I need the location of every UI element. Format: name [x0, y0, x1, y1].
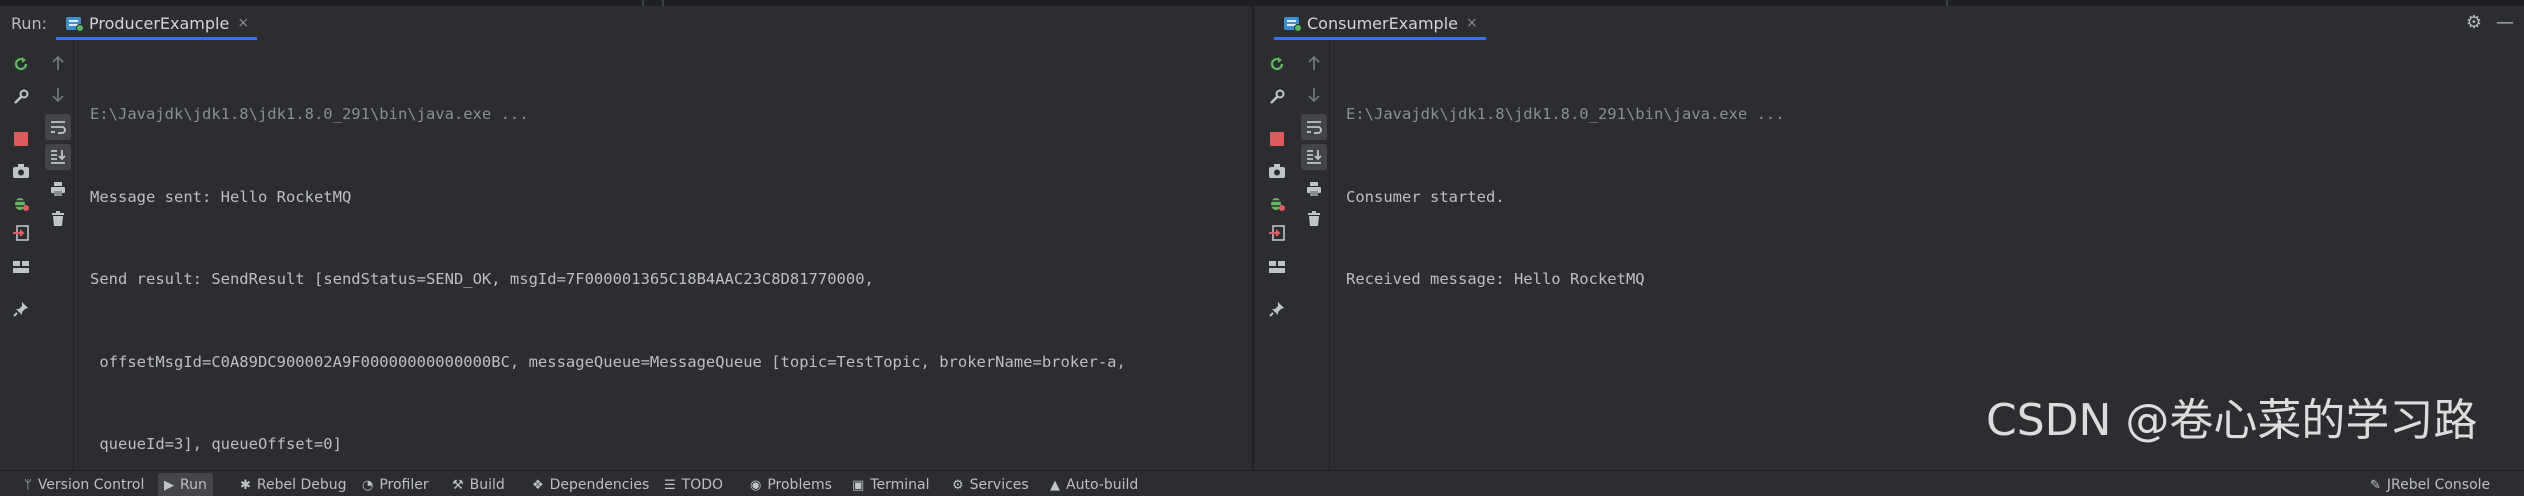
wrench-icon[interactable]: [1264, 84, 1290, 110]
run-toolbar: [0, 40, 43, 470]
problems-icon: ◉: [750, 477, 762, 493]
bottom-tab-label: Rebel Debug: [256, 477, 347, 493]
console-line: E:\Javajdk\jdk1.8\jdk1.8.0_291\bin\java.…: [90, 105, 529, 123]
trash-icon[interactable]: [45, 206, 71, 232]
bottom-tab-label: Services: [969, 477, 1029, 493]
bottom-tab-label: Problems: [767, 477, 832, 493]
console-line: queueId=3], queueOffset=0]: [90, 435, 342, 453]
profiler-icon: ◔: [362, 477, 374, 493]
run-config-icon: [66, 15, 84, 32]
layout-icon[interactable]: [8, 254, 34, 280]
terminal-icon: ▣: [852, 477, 865, 493]
tab-terminal[interactable]: ▣ Terminal: [852, 477, 929, 493]
tab-auto-build[interactable]: ▲ Auto-build: [1050, 477, 1138, 493]
watermark: CSDN @卷心菜的学习路: [1986, 395, 2478, 446]
warning-icon: ▲: [1050, 477, 1060, 493]
debug-bug-icon[interactable]: [8, 190, 34, 216]
minimize-icon[interactable]: —: [2496, 12, 2514, 33]
producer-run-panel: Run: ProducerExample × E:\Javajdk\jdk1.8…: [0, 6, 1254, 470]
exit-icon[interactable]: [8, 220, 34, 246]
header-actions: ⚙ —: [2466, 12, 2514, 33]
tab-rebel-debug[interactable]: ✱ Rebel Debug: [240, 477, 347, 493]
bottom-tab-label: Terminal: [870, 477, 930, 493]
bottom-tab-label: Auto-build: [1066, 477, 1139, 493]
exit-icon[interactable]: [1264, 220, 1290, 246]
run-label: Run:: [11, 14, 48, 33]
tab-producer-example[interactable]: ProducerExample ×: [56, 6, 258, 40]
console-toolbar: [43, 40, 74, 470]
console-toolbar: [1299, 40, 1330, 470]
bottom-tab-label: Run: [180, 477, 207, 493]
dependencies-icon: ❖: [532, 477, 544, 493]
stop-icon[interactable]: [8, 126, 34, 152]
console-line: E:\Javajdk\jdk1.8\jdk1.8.0_291\bin\java.…: [1346, 105, 1785, 123]
print-icon[interactable]: [45, 176, 71, 202]
hammer-icon: ⚒: [452, 477, 464, 493]
soft-wrap-icon[interactable]: [1301, 114, 1327, 140]
version-control-icon: ᛘ: [24, 477, 32, 493]
down-arrow-icon[interactable]: [45, 82, 71, 108]
bottom-tab-label: Version Control: [37, 477, 145, 493]
close-icon[interactable]: ×: [237, 15, 249, 31]
trash-icon[interactable]: [1301, 206, 1327, 232]
wrench-icon[interactable]: [8, 84, 34, 110]
down-arrow-icon[interactable]: [1301, 82, 1327, 108]
run-config-icon: [1284, 15, 1302, 32]
console-line: Message sent: Hello RocketMQ: [90, 187, 352, 206]
camera-icon[interactable]: [1264, 158, 1290, 184]
up-arrow-icon[interactable]: [1301, 50, 1327, 76]
bottom-tab-label: Profiler: [379, 477, 429, 493]
list-icon: ☰: [664, 477, 676, 493]
bottom-tab-label: JRebel Console: [2386, 477, 2491, 493]
debug-bug-icon[interactable]: [1264, 190, 1290, 216]
tab-run[interactable]: ▶ Run: [158, 473, 213, 496]
pin-icon[interactable]: [8, 296, 34, 322]
tab-problems[interactable]: ◉ Problems: [750, 477, 832, 493]
tab-version-control[interactable]: ᛘ Version Control: [24, 477, 144, 493]
bottom-tool-strip: ᛘ Version Control ▶ Run ✱ Rebel Debug ◔ …: [0, 470, 2524, 496]
console-line: Consumer started.: [1346, 187, 1505, 206]
services-icon: ⚙: [952, 477, 964, 493]
run-tool-window: Run: ProducerExample × E:\Javajdk\jdk1.8…: [0, 6, 2524, 470]
rerun-icon[interactable]: [8, 51, 34, 77]
bottom-tab-label: Build: [469, 477, 505, 493]
stop-icon[interactable]: [1264, 126, 1290, 152]
settings-icon[interactable]: ⚙: [2466, 12, 2482, 33]
tab-jrebel-console[interactable]: ✎ JRebel Console: [2370, 477, 2490, 493]
layout-icon[interactable]: [1264, 254, 1290, 280]
tab-services[interactable]: ⚙ Services: [952, 477, 1029, 493]
scroll-to-end-icon[interactable]: [45, 144, 71, 170]
print-icon[interactable]: [1301, 176, 1327, 202]
run-toolbar: [1256, 40, 1299, 470]
run-header: Run: ProducerExample ×: [0, 6, 1252, 40]
scroll-to-end-icon[interactable]: [1301, 144, 1327, 170]
tab-label: ProducerExample: [89, 13, 230, 33]
pin-icon[interactable]: [1264, 296, 1290, 322]
tab-todo[interactable]: ☰ TODO: [664, 477, 723, 493]
run-header: ConsumerExample × ⚙ —: [1256, 6, 2524, 40]
jrebel-icon: ✎: [2370, 477, 2381, 493]
bottom-tab-label: TODO: [681, 477, 724, 493]
tab-dependencies[interactable]: ❖ Dependencies: [532, 477, 649, 493]
console-line: offsetMsgId=C0A89DC900002A9F000000000000…: [90, 352, 1126, 371]
tab-label: ConsumerExample: [1307, 13, 1458, 33]
close-icon[interactable]: ×: [1466, 15, 1478, 31]
console-output[interactable]: E:\Javajdk\jdk1.8\jdk1.8.0_291\bin\java.…: [74, 40, 1252, 470]
tab-consumer-example[interactable]: ConsumerExample ×: [1274, 6, 1486, 40]
rerun-icon[interactable]: [1264, 51, 1290, 77]
rebel-icon: ✱: [240, 477, 251, 493]
camera-icon[interactable]: [8, 158, 34, 184]
soft-wrap-icon[interactable]: [45, 114, 71, 140]
console-line: Send result: SendResult [sendStatus=SEND…: [90, 270, 874, 288]
play-icon: ▶: [164, 477, 174, 493]
tab-build[interactable]: ⚒ Build: [452, 477, 505, 493]
tab-profiler[interactable]: ◔ Profiler: [362, 477, 429, 493]
up-arrow-icon[interactable]: [45, 50, 71, 76]
bottom-tab-label: Dependencies: [549, 477, 650, 493]
console-line: Received message: Hello RocketMQ: [1346, 270, 1645, 288]
